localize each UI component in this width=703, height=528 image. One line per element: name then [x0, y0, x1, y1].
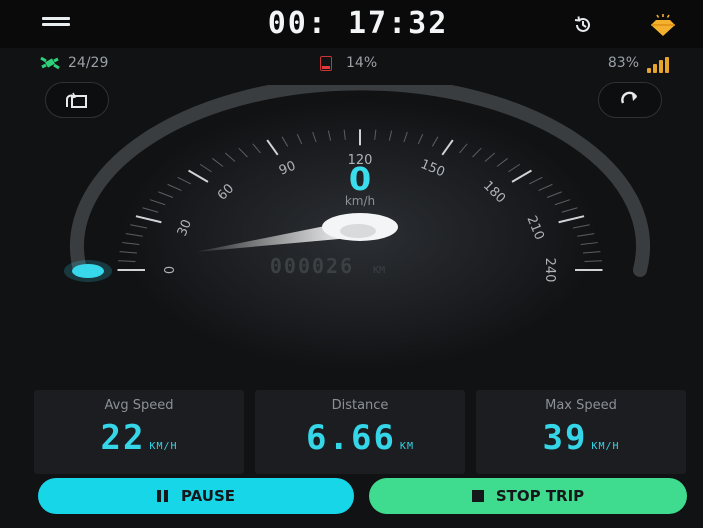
- trip-timer: 00: 17:32: [267, 6, 449, 41]
- distance-card: Distance 6.66 KM: [255, 390, 465, 474]
- speedometer-gauge: 0306090 120 150180210240 0 km/h 000026 KM: [64, 85, 650, 370]
- premium-icon[interactable]: [648, 12, 678, 38]
- current-speed: 0: [349, 160, 371, 198]
- max-speed-value: 39: [542, 418, 588, 458]
- pause-label: PAUSE: [181, 487, 235, 505]
- avg-speed-unit: KM/H: [149, 441, 178, 452]
- avg-speed-value: 22: [100, 418, 146, 458]
- history-icon[interactable]: [573, 15, 593, 35]
- distance-value: 6.66: [306, 418, 396, 458]
- scale-label: 240: [542, 258, 557, 283]
- max-speed-value-row: 39 KM/H: [476, 418, 686, 458]
- menu-icon[interactable]: [42, 17, 70, 31]
- stop-icon: [471, 479, 484, 515]
- signal-level: 83%: [607, 55, 639, 71]
- max-speed-label: Max Speed: [545, 398, 617, 413]
- avg-speed-label: Avg Speed: [104, 398, 174, 413]
- speed-unit: km/h: [345, 194, 375, 208]
- satellite-count: 24/29: [68, 55, 109, 71]
- pause-button[interactable]: PAUSE: [38, 478, 354, 514]
- minor-tick: [584, 260, 602, 262]
- scale-label: 0: [163, 266, 178, 274]
- distance-label: Distance: [331, 398, 389, 413]
- signal-status: 83%: [607, 54, 671, 73]
- battery-status: 14%: [320, 54, 377, 72]
- top-bar: 00: 17:32: [0, 0, 703, 48]
- odometer-unit: KM: [373, 265, 385, 276]
- max-speed-unit: KM/H: [591, 441, 620, 452]
- odometer-value: 000026: [270, 254, 354, 278]
- distance-unit: KM: [399, 441, 414, 452]
- minor-tick: [118, 260, 136, 262]
- satellite-icon: [40, 56, 60, 70]
- avg-speed-value-row: 22 KM/H: [34, 418, 244, 458]
- battery-level: 14%: [346, 55, 378, 71]
- stop-label: STOP TRIP: [495, 487, 585, 505]
- avg-speed-card: Avg Speed 22 KM/H: [34, 390, 244, 474]
- satellite-status: 24/29: [40, 54, 108, 72]
- battery-icon: [320, 55, 332, 71]
- stop-trip-button[interactable]: STOP TRIP: [369, 478, 687, 514]
- pause-icon: [157, 479, 169, 515]
- distance-value-row: 6.66 KM: [255, 418, 465, 458]
- signal-icon: [647, 55, 671, 73]
- max-speed-card: Max Speed 39 KM/H: [476, 390, 686, 474]
